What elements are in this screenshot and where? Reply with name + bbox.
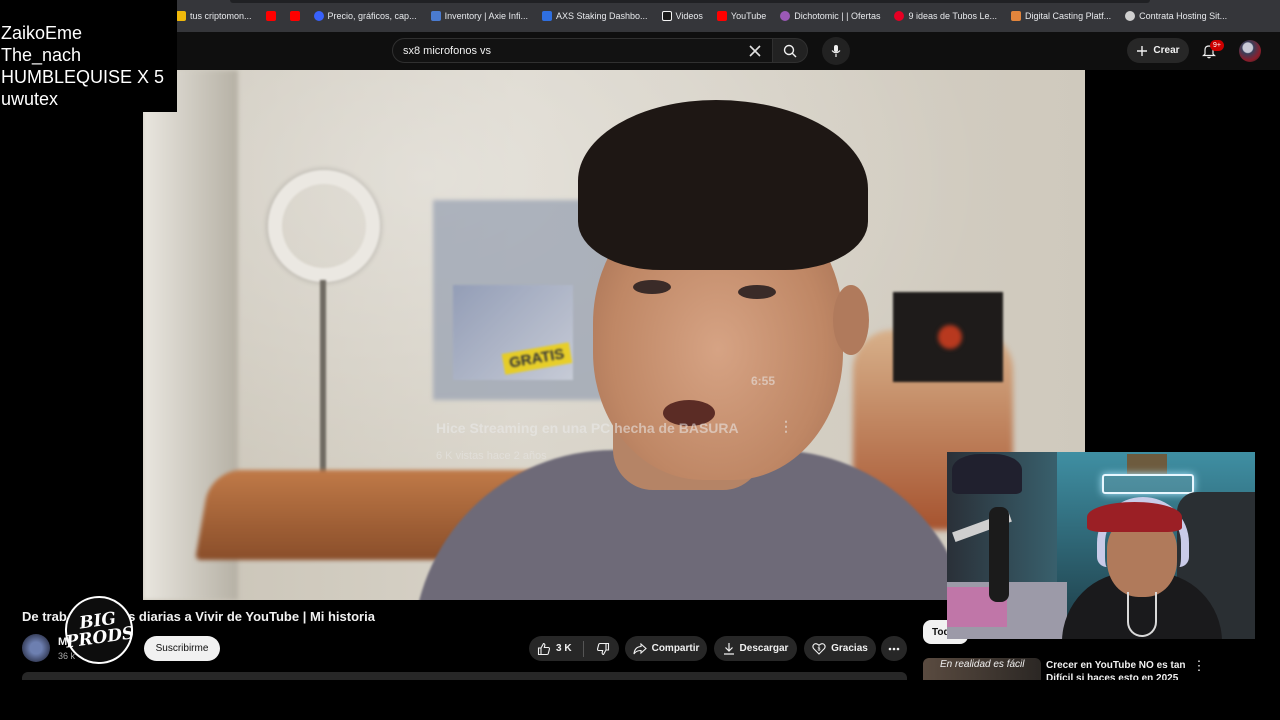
- bookmark-item[interactable]: tus criptomon...: [176, 11, 252, 21]
- download-button[interactable]: Descargar: [714, 636, 797, 661]
- webcam-red-cap: [1087, 502, 1182, 532]
- like-count[interactable]: 3 K: [556, 643, 572, 654]
- tab-strip: [230, 0, 1150, 3]
- bookmarks-bar: tus criptomon... Precio, gráficos, cap..…: [0, 0, 1280, 32]
- youtube-favicon-icon: [289, 11, 300, 21]
- casting-favicon-icon: [1011, 11, 1022, 21]
- bookmark-item[interactable]: AXS Staking Dashbo...: [541, 11, 648, 21]
- viewer-name: The_nach: [1, 45, 82, 65]
- video-person-ear: [833, 285, 869, 355]
- dichotomic-favicon-icon: [780, 11, 791, 21]
- webcam-neon-sign: [1102, 474, 1194, 494]
- download-icon: [723, 643, 734, 655]
- account-avatar[interactable]: [1239, 40, 1261, 62]
- videos-favicon-icon: [661, 11, 672, 21]
- search-query: sx8 microfonos vs: [403, 44, 492, 57]
- webcam-picture-frame: [1127, 454, 1167, 474]
- search-input[interactable]: sx8 microfonos vs: [392, 38, 773, 63]
- youtube-favicon-icon: [265, 11, 276, 21]
- stream-names-overlay: ZaikoEme The_nach HUMBLEQUISE X 5 uwutex: [0, 0, 177, 112]
- thumbs-down-icon[interactable]: [596, 642, 610, 656]
- video-speaker-light: [938, 325, 962, 349]
- viewer-name: ZaikoEme: [1, 23, 83, 43]
- more-actions-button[interactable]: [881, 636, 907, 661]
- thanks-heart-icon: $: [812, 643, 826, 655]
- bookmark-favicon-icon: [176, 11, 186, 21]
- webcam-microphone: [989, 507, 1009, 602]
- viewer-name: HUMBLEQUISE X 5: [1, 67, 165, 87]
- youtube-header: sx8 microfonos vs Crear 9+: [0, 32, 1280, 70]
- bookmark-item[interactable]: [289, 11, 300, 21]
- video-ring-light: [268, 170, 380, 282]
- bookmark-item[interactable]: Contrata Hosting Sit...: [1125, 11, 1227, 21]
- coinmarketcap-favicon-icon: [313, 11, 324, 21]
- share-icon: [633, 642, 647, 654]
- recommended-thumbnail-text: En realidad es fácil: [940, 659, 1025, 670]
- svg-text:$: $: [818, 647, 821, 653]
- video-player[interactable]: GRATIS 6:55 Hice Streaming en una PC hec…: [143, 70, 1085, 600]
- like-dislike-group: 3 K: [529, 636, 619, 661]
- bookmark-item[interactable]: Inventory | Axie Infi...: [430, 11, 528, 21]
- logo-text-line2: PRODS: [64, 623, 136, 653]
- youtube-favicon-icon: [716, 11, 727, 21]
- ghost-video-title: Hice Streaming en una PC hecha de BASURA: [436, 420, 739, 436]
- channel-avatar[interactable]: [22, 634, 50, 662]
- bookmark-item[interactable]: Digital Casting Platf...: [1011, 11, 1111, 21]
- share-button[interactable]: Compartir: [625, 636, 707, 661]
- subscribe-button[interactable]: Suscribirme: [144, 636, 220, 661]
- axie-favicon-icon: [430, 11, 441, 21]
- webcam-mannequin-cap: [952, 454, 1022, 494]
- thumbs-up-icon[interactable]: [537, 642, 551, 656]
- voice-search-button[interactable]: [822, 37, 850, 65]
- bookmark-item[interactable]: 9 ideas de Tubos Le...: [894, 11, 997, 21]
- page-bottom-bar: [0, 680, 1280, 720]
- recommended-title[interactable]: Crecer en YouTube NO es tan Difícil si h…: [1046, 659, 1186, 681]
- thanks-button[interactable]: $ Gracias: [804, 636, 876, 661]
- plus-icon: [1137, 45, 1148, 56]
- ghost-video-meta: 6 K vistas hace 2 años: [436, 450, 547, 462]
- microphone-icon: [831, 45, 841, 57]
- ghost-more-icon: ⋮: [779, 418, 793, 434]
- video-person-eye: [738, 285, 776, 299]
- video-title-start: De trab: [22, 609, 67, 624]
- streamer-webcam: [947, 452, 1255, 639]
- create-button[interactable]: Crear: [1127, 38, 1189, 63]
- bookmark-item[interactable]: Dichotomic | | Ofertas: [780, 11, 880, 21]
- pinterest-favicon-icon: [894, 11, 905, 21]
- bookmark-item[interactable]: [265, 11, 276, 21]
- more-horizontal-icon: [888, 647, 900, 650]
- clear-search-icon[interactable]: [745, 41, 765, 61]
- bookmark-item[interactable]: Precio, gráficos, cap...: [313, 11, 417, 21]
- webcam-chain: [1127, 592, 1157, 637]
- search-icon: [783, 44, 797, 57]
- hosting-favicon-icon: [1125, 11, 1136, 21]
- like-divider: [582, 640, 584, 657]
- bookmark-item[interactable]: YouTube: [716, 11, 766, 21]
- axs-favicon-icon: [541, 11, 552, 21]
- bookmark-item[interactable]: Videos: [661, 11, 703, 21]
- more-vertical-icon[interactable]: ⋮: [1192, 658, 1206, 674]
- search-button[interactable]: [772, 38, 808, 63]
- notification-badge: 9+: [1210, 40, 1224, 51]
- viewer-name: uwutex: [1, 89, 59, 109]
- ghost-duration: 6:55: [751, 374, 776, 388]
- video-person-eye: [633, 280, 671, 294]
- video-title-end: ras diarias a Vivir de YouTube | Mi hist…: [115, 609, 375, 624]
